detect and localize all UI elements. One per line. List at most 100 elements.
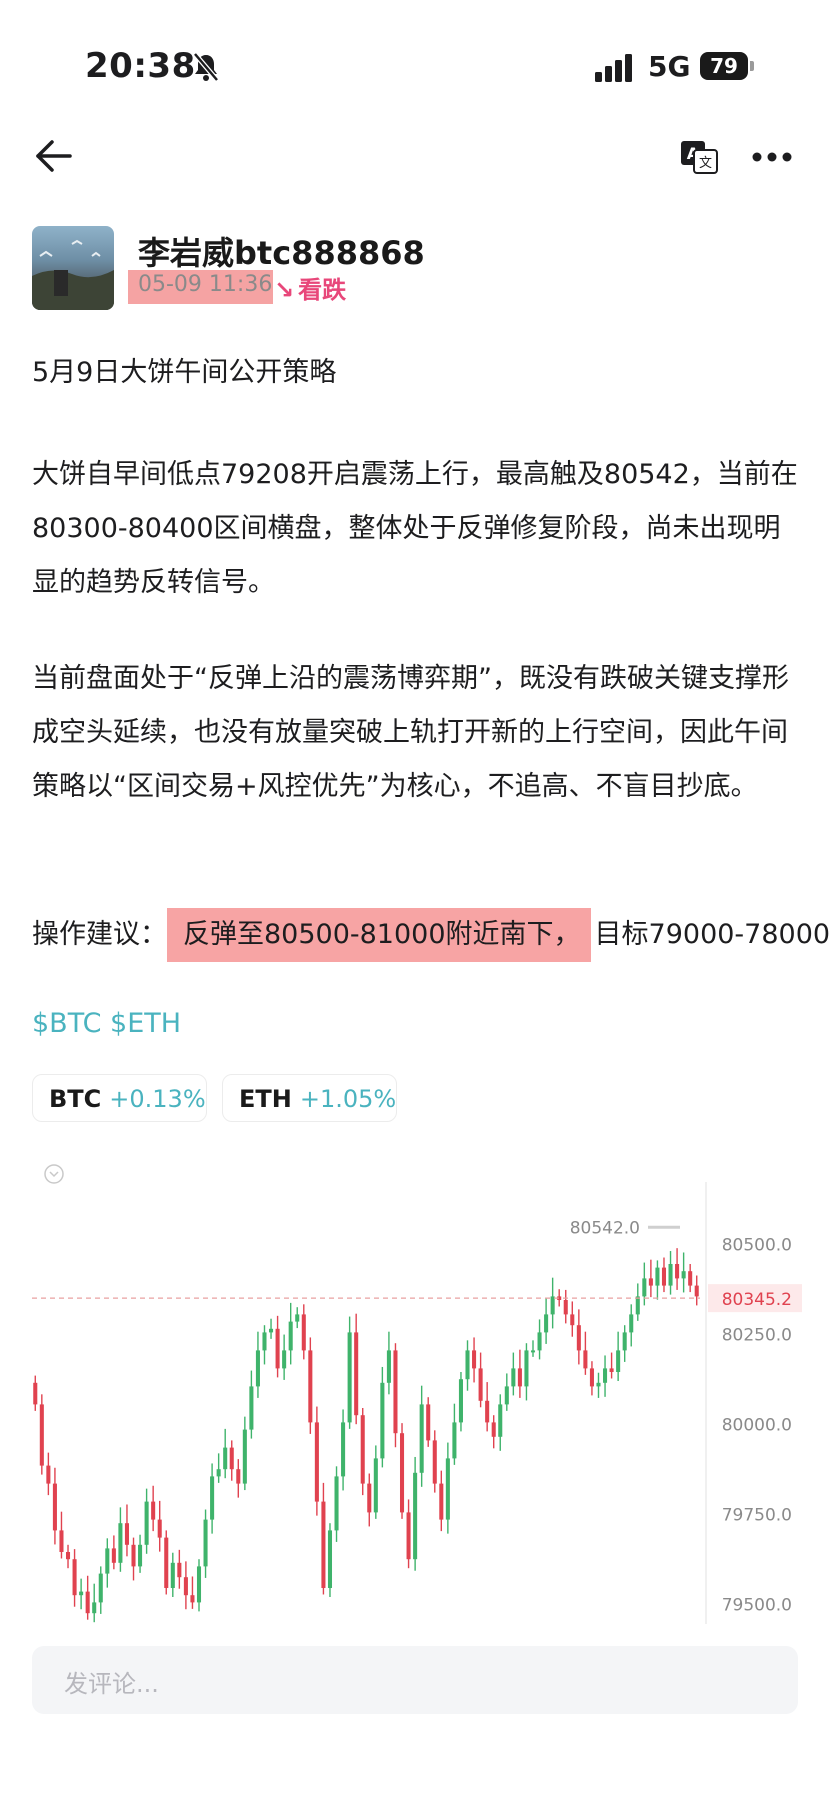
candle-body: [432, 1440, 437, 1484]
candle-body: [485, 1400, 490, 1423]
sentiment-badge: ↘ 看跌: [274, 270, 346, 305]
candle-body: [603, 1368, 608, 1383]
candle-body: [511, 1368, 516, 1387]
candle-body: [596, 1382, 601, 1387]
candle-body: [314, 1422, 319, 1502]
collapse-icon: [44, 1164, 64, 1184]
candle-body: [196, 1566, 202, 1603]
advice-highlight: 反弹至80500-81000附近南下，: [167, 908, 591, 962]
back-arrow-icon[interactable]: [32, 138, 76, 174]
candle-body: [79, 1591, 84, 1596]
candle-body: [33, 1382, 38, 1405]
y-tick-label: 80250.0: [722, 1325, 792, 1345]
candle-body: [138, 1544, 143, 1567]
chevron-down-icon: [49, 1171, 59, 1178]
ticker-symbol: BTC: [49, 1085, 102, 1113]
candle-body: [498, 1404, 503, 1437]
candle-body: [72, 1559, 77, 1596]
candle-body: [675, 1264, 680, 1279]
candle-body: [616, 1350, 621, 1372]
candle-body: [576, 1325, 581, 1351]
candle-body: [380, 1382, 385, 1459]
candle-body: [203, 1519, 208, 1567]
y-tick-label: 80000.0: [722, 1415, 792, 1435]
translate-icon[interactable]: A 文: [680, 140, 718, 174]
candle-body: [229, 1447, 234, 1470]
candle-body: [472, 1350, 477, 1369]
candle-body: [583, 1350, 588, 1369]
candle-body: [59, 1530, 64, 1552]
battery-level: 79: [700, 52, 748, 80]
candle-body: [223, 1447, 228, 1470]
candle-body: [563, 1300, 568, 1315]
candle-body: [269, 1328, 274, 1333]
ticker-symbol: ETH: [239, 1085, 292, 1113]
candle-body: [111, 1548, 116, 1563]
candle-body: [39, 1404, 44, 1466]
candle-body: [124, 1523, 129, 1545]
candle-body: [589, 1368, 594, 1387]
candle-body: [275, 1328, 280, 1369]
candle-body: [452, 1422, 457, 1459]
candle-body: [288, 1321, 293, 1351]
sentiment-label: 看跌: [298, 276, 347, 304]
more-options-icon[interactable]: [752, 150, 792, 164]
candle-body: [65, 1552, 71, 1560]
candle-body: [465, 1350, 470, 1380]
candle-body: [439, 1483, 444, 1520]
y-tick-label: 80500.0: [722, 1235, 792, 1255]
candle-body: [622, 1332, 627, 1351]
candle-body: [321, 1501, 326, 1588]
comment-placeholder: 发评论...: [64, 1670, 159, 1698]
candle-body: [341, 1422, 346, 1477]
candle-body: [354, 1332, 359, 1416]
post-paragraph: 大饼自早间低点79208开启震荡上行，最高触及80542，当前在80300-80…: [32, 459, 798, 598]
candle-body: [85, 1591, 90, 1614]
battery-icon: 79: [700, 52, 754, 80]
candle-body: [334, 1476, 339, 1531]
muted-bell-icon: [193, 52, 219, 82]
candle-body: [183, 1577, 188, 1596]
candle-body: [655, 1267, 660, 1286]
ticker-eth[interactable]: ETH +1.05%: [222, 1074, 397, 1122]
candle-body: [92, 1602, 97, 1614]
candle-body: [661, 1267, 667, 1286]
network-type: 5G: [648, 50, 691, 83]
candle-body: [46, 1465, 51, 1484]
candle-body: [550, 1296, 555, 1315]
y-tick-label: 79500.0: [722, 1595, 792, 1615]
candle-body: [694, 1285, 699, 1297]
candle-body: [413, 1472, 418, 1560]
author-name[interactable]: 李岩威btc888868: [138, 228, 425, 274]
candle-body: [445, 1458, 450, 1520]
ticker-btc[interactable]: BTC +0.13%: [32, 1074, 207, 1122]
candle-body: [52, 1483, 57, 1531]
ticker-change: +1.05%: [299, 1085, 397, 1113]
candle-body: [327, 1530, 333, 1588]
svg-text:文: 文: [699, 156, 712, 171]
high-price-label: 80542.0: [570, 1218, 640, 1238]
candle-body: [170, 1562, 175, 1588]
candle-body: [570, 1314, 575, 1326]
ticker-change: +0.13%: [109, 1085, 206, 1113]
candle-body: [151, 1501, 156, 1520]
candle-body: [177, 1562, 182, 1578]
candle-body: [282, 1350, 287, 1369]
candle-body: [504, 1386, 509, 1405]
candle-body: [255, 1350, 260, 1387]
candle-body: [648, 1278, 653, 1286]
candle-body: [386, 1350, 391, 1383]
advice-target: 目标79000-78000: [594, 919, 830, 950]
avatar[interactable]: [32, 226, 114, 310]
candle-body: [347, 1332, 352, 1423]
hashtags[interactable]: $BTC $ETH: [32, 1008, 181, 1039]
candle-body: [242, 1429, 247, 1484]
candle-body: [517, 1368, 522, 1387]
candle-body: [236, 1469, 241, 1484]
candle-body: [98, 1573, 103, 1603]
candle-body: [393, 1350, 398, 1434]
candle-body: [373, 1458, 378, 1513]
price-chart[interactable]: 80500.0 80250.0 80000.0 79750.0 79500.0 80542…: [32, 1152, 802, 1624]
signal-strength-icon: [595, 54, 632, 82]
advice-label: 操作建议：: [32, 919, 167, 950]
